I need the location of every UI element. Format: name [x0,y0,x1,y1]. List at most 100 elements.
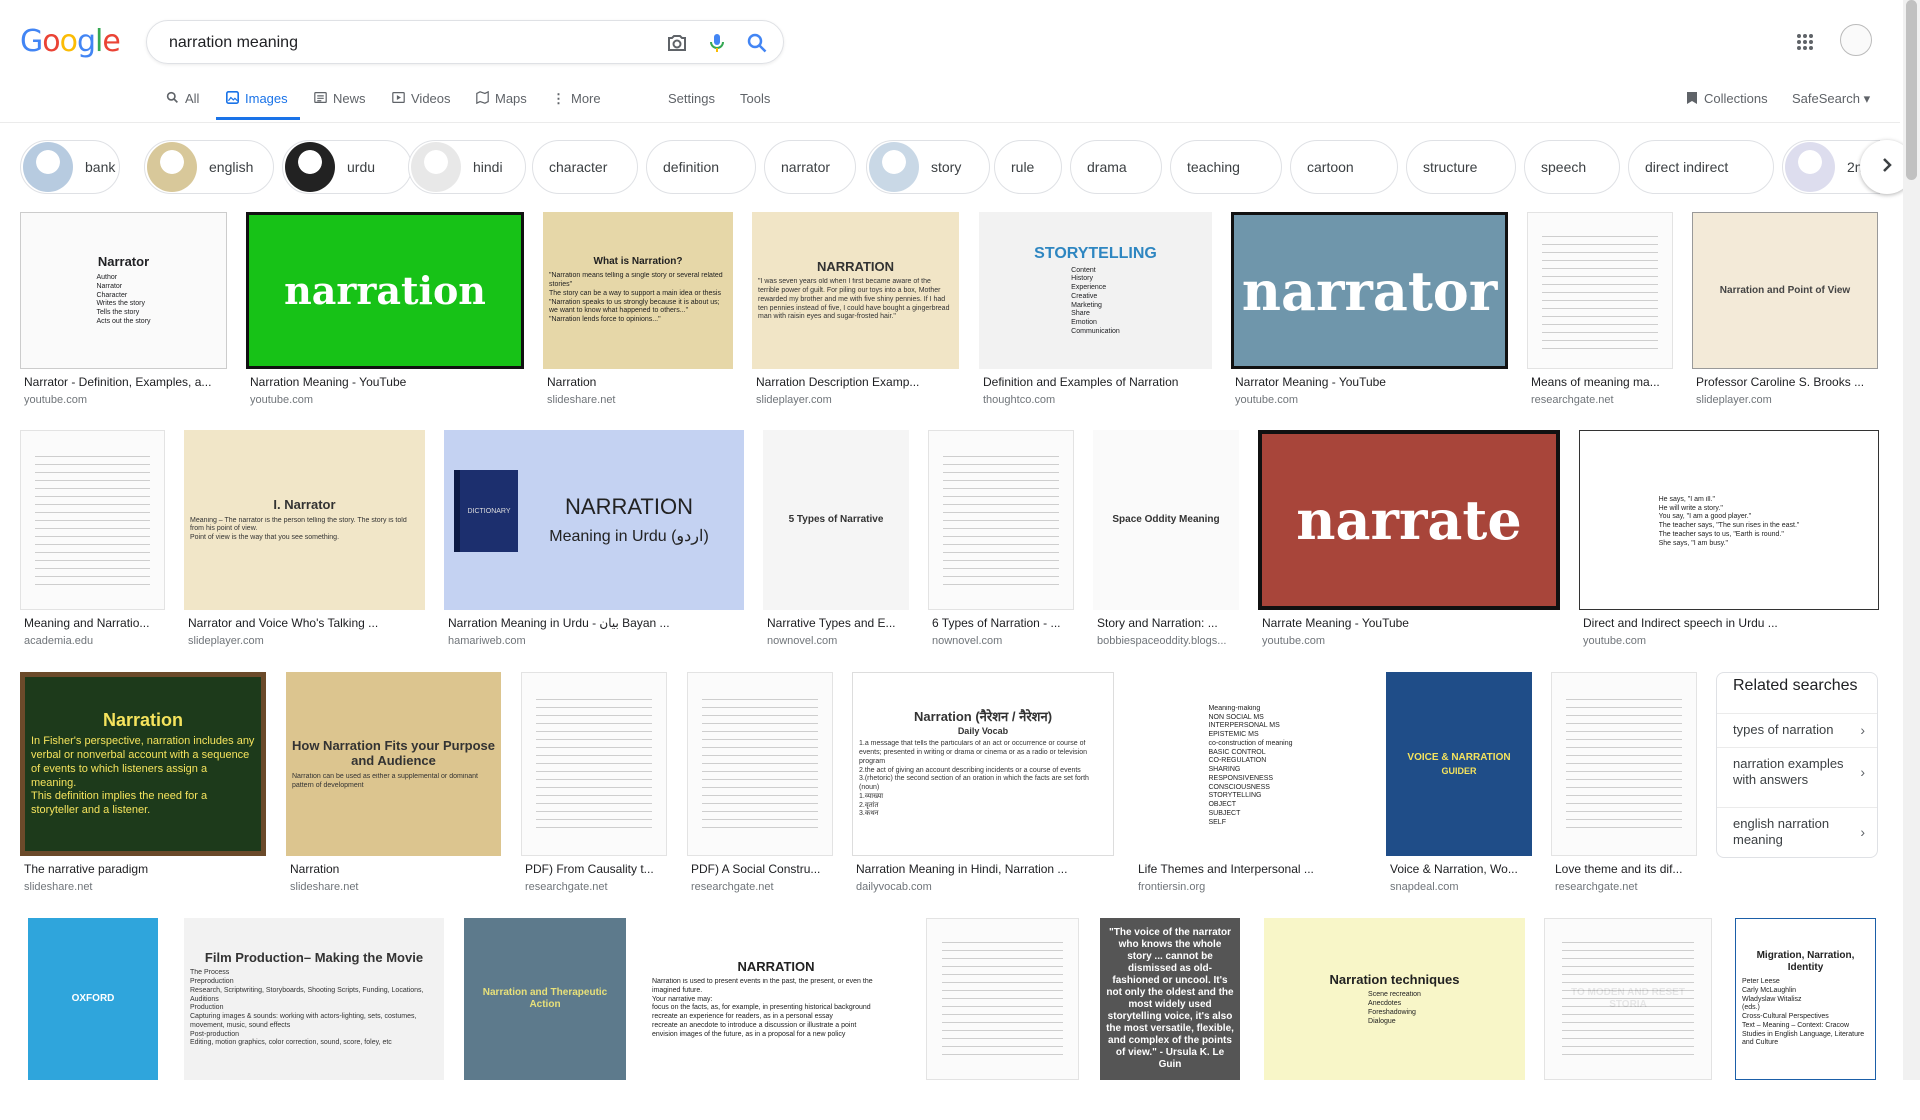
image-result[interactable]: STORYTELLING Content History Experience Crea… [979,212,1212,409]
chip-english[interactable]: english [144,140,274,194]
image-result[interactable]: Space Oddity Meaning Story and Narration:… [1093,430,1239,650]
result-thumbnail[interactable]: Narrator Author Narrator Character Writes th… [20,212,227,369]
result-thumbnail[interactable] [928,430,1074,610]
result-source[interactable]: bobbiespaceoddity.blogs... [1097,635,1235,647]
image-result[interactable]: Means of meaning ma... researchgate.net [1527,212,1673,409]
result-source[interactable]: researchgate.net [691,881,829,893]
result-title[interactable]: Means of meaning ma... [1531,375,1669,389]
image-result[interactable]: Narration (नैरेशन / नैरेशन) Daily Vocab 1.… [852,672,1114,896]
image-result[interactable]: PDF) From Causality t... researchgate.net [521,672,667,896]
result-title[interactable]: Story and Narration: ... [1097,616,1235,630]
result-thumbnail[interactable]: 5 Types of Narrative [763,430,909,610]
result-source[interactable]: thoughtco.com [983,394,1208,406]
result-title[interactable]: Narration Description Examp... [756,375,955,389]
result-source[interactable]: slideplayer.com [756,394,955,406]
result-thumbnail[interactable]: TO MODEN AND RESET STORIA [1544,918,1712,1080]
result-thumbnail[interactable]: OXFORD [28,918,158,1080]
chip-cartoon[interactable]: cartoon [1290,140,1398,194]
result-source[interactable]: youtube.com [1262,635,1556,647]
tools-link[interactable]: Tools [740,91,770,121]
result-thumbnail[interactable]: narration [246,212,524,369]
result-source[interactable]: youtube.com [1583,635,1875,647]
chip-speech[interactable]: speech [1524,140,1620,194]
chip-urdu[interactable]: urdu [282,140,412,194]
result-thumbnail[interactable]: I. Narrator Meaning – The narrator is the… [184,430,425,610]
image-result[interactable]: NARRATION Meaning in Urdu (اردو) DICTIONAR… [444,430,744,650]
image-result[interactable]: NARRATION Narration is used to present ev… [646,918,906,1120]
result-source[interactable]: nownovel.com [767,635,905,647]
result-thumbnail[interactable]: Meaning-making NON SOCIAL MS INTERPERSONAL… [1134,672,1367,856]
image-result[interactable]: Meaning-making NON SOCIAL MS INTERPERSONAL… [1134,672,1367,896]
search-input[interactable] [167,31,651,55]
result-thumbnail[interactable]: Narration In Fisher's perspective, narrat… [20,672,266,856]
result-thumbnail[interactable]: narrator [1231,212,1508,369]
chip-bank[interactable]: bank [20,140,120,194]
chip-drama[interactable]: drama [1070,140,1162,194]
image-result[interactable]: narrate Narrate Meaning - YouTube youtube.… [1258,430,1560,650]
tab-news[interactable]: News [314,91,366,121]
image-result[interactable]: Narration and Therapeutic Action [464,918,626,1120]
result-thumbnail[interactable] [687,672,833,856]
result-source[interactable]: slideshare.net [547,394,729,406]
result-title[interactable]: Professor Caroline S. Brooks ... [1696,375,1874,389]
result-title[interactable]: Meaning and Narratio... [24,616,161,630]
result-source[interactable]: academia.edu [24,635,161,647]
image-result[interactable]: He says, "I am ill." He will write a stor… [1579,430,1879,650]
camera-icon[interactable] [665,31,689,55]
result-source[interactable]: researchgate.net [1555,881,1693,893]
result-source[interactable]: slideplayer.com [1696,394,1874,406]
result-thumbnail[interactable]: NARRATION Narration is used to present ev… [646,918,906,1080]
result-title[interactable]: Narrator and Voice Who's Talking ... [188,616,421,630]
chip-rule[interactable]: rule [994,140,1062,194]
search-icon[interactable] [745,31,769,55]
result-title[interactable]: Narration [290,862,497,876]
result-thumbnail[interactable]: Narration techniques Scene recreation Anec… [1264,918,1525,1080]
chip-structure[interactable]: structure [1406,140,1516,194]
tab-more[interactable]: ⋮ More [552,91,601,121]
result-thumbnail[interactable]: "The voice of the narrator who knows the… [1100,918,1240,1080]
result-title[interactable]: Life Themes and Interpersonal ... [1138,862,1363,876]
image-result[interactable]: How Narration Fits your Purpose and Audi… [286,672,501,896]
collections-link[interactable]: Collections [1686,91,1768,108]
chip-hindi[interactable]: hindi [408,140,526,194]
image-result[interactable]: narration Narration Meaning - YouTube yout… [246,212,524,409]
result-thumbnail[interactable]: NARRATION Meaning in Urdu (اردو) DICTIONAR… [444,430,744,610]
image-result[interactable]: Narration In Fisher's perspective, narrat… [20,672,266,896]
image-result[interactable]: Narration and Point of View Professor Car… [1692,212,1878,409]
result-source[interactable]: slideshare.net [24,881,262,893]
result-thumbnail[interactable]: NARRATION "I was seven years old when I f… [752,212,959,369]
result-thumbnail[interactable] [20,430,165,610]
chip-character[interactable]: character [532,140,638,194]
scrollbar-thumb[interactable] [1906,0,1917,180]
image-result[interactable]: Migration, Narration, Identity Peter Lees… [1735,918,1876,1120]
result-title[interactable]: PDF) A Social Constru... [691,862,829,876]
image-result[interactable]: VOICE & NARRATION GUIDER Voice & Narration… [1386,672,1532,896]
image-result[interactable]: 6 Types of Narration - ... nownovel.com [928,430,1074,650]
result-thumbnail[interactable]: narrate [1258,430,1560,610]
image-result[interactable]: Love theme and its dif... researchgate.ne… [1551,672,1697,896]
chip-teaching[interactable]: teaching [1170,140,1282,194]
microphone-icon[interactable] [705,31,729,55]
result-source[interactable]: youtube.com [250,394,520,406]
result-source[interactable]: slideplayer.com [188,635,421,647]
image-result[interactable]: PDF) A Social Constru... researchgate.net [687,672,833,896]
result-thumbnail[interactable]: He says, "I am ill." He will write a stor… [1579,430,1879,610]
result-thumbnail[interactable]: VOICE & NARRATION GUIDER [1386,672,1532,856]
apps-grid-icon[interactable] [1796,33,1814,56]
result-source[interactable]: nownovel.com [932,635,1070,647]
image-result[interactable]: Meaning and Narratio... academia.edu [20,430,165,650]
result-title[interactable]: 6 Types of Narration - ... [932,616,1070,630]
tab-all[interactable]: All [166,91,199,121]
google-logo[interactable]: Google [20,24,121,59]
image-result[interactable]: 5 Types of Narrative Narrative Types and … [763,430,909,650]
image-result[interactable]: "The voice of the narrator who knows the… [1100,918,1240,1120]
image-result[interactable]: Narration techniques Scene recreation Anec… [1264,918,1525,1120]
image-result[interactable]: I. Narrator Meaning – The narrator is the… [184,430,425,650]
account-avatar[interactable] [1840,24,1872,56]
result-title[interactable]: Narrator Meaning - YouTube [1235,375,1504,389]
tab-maps[interactable]: Maps [476,90,527,121]
result-source[interactable]: hamariweb.com [448,635,740,647]
result-title[interactable]: Narrative Types and E... [767,616,905,630]
tab-images[interactable]: Images [216,91,300,121]
result-source[interactable]: youtube.com [24,394,223,406]
